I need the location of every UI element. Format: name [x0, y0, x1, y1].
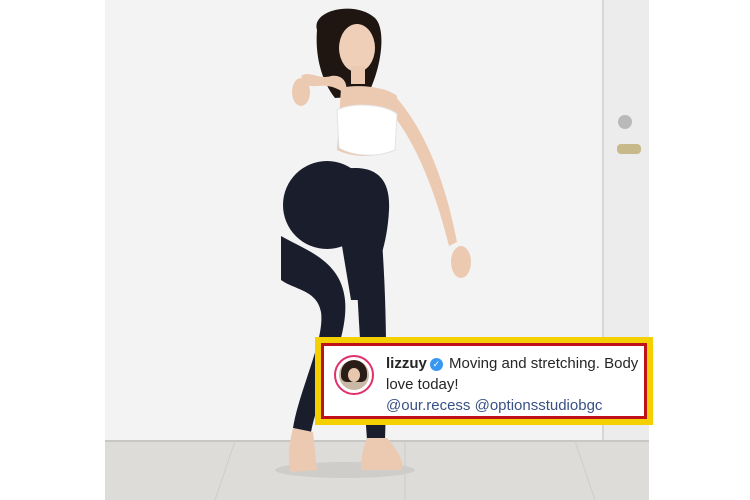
- sports-bra: [336, 104, 398, 156]
- door-lock: [618, 115, 632, 129]
- avatar[interactable]: [334, 355, 374, 395]
- mention-optionsstudiobgc[interactable]: @optionsstudiobgc: [475, 397, 603, 414]
- caption-text: lizzuy ✓ Moving and stretching. Body love…: [386, 353, 642, 416]
- post-caption-card: lizzuy ✓ Moving and stretching. Body love…: [318, 340, 650, 422]
- face: [339, 24, 375, 72]
- door-handle: [617, 144, 641, 154]
- post-photo: [105, 0, 649, 500]
- username[interactable]: lizzuy: [386, 355, 427, 372]
- front-foot: [288, 428, 317, 472]
- photo-illustration: [105, 0, 649, 500]
- verified-badge-icon: ✓: [429, 358, 443, 371]
- mention-our-recess[interactable]: @our.recess: [386, 397, 470, 414]
